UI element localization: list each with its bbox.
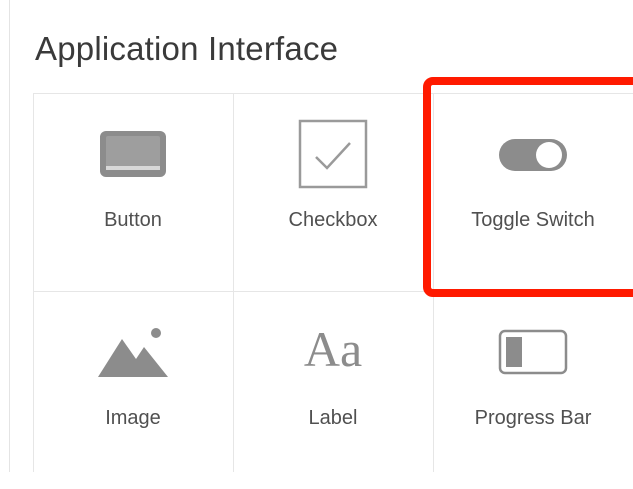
button-icon bbox=[100, 131, 166, 177]
section-title: Application Interface bbox=[35, 30, 339, 67]
tile-button[interactable]: Button bbox=[33, 93, 233, 291]
progress-bar-icon bbox=[498, 329, 568, 375]
toggle-switch-icon bbox=[499, 139, 567, 171]
checkbox-icon bbox=[298, 119, 368, 189]
tile-progress-bar[interactable]: Progress Bar bbox=[433, 291, 633, 489]
tile-label-progress-bar: Progress Bar bbox=[474, 407, 592, 429]
tile-label-toggle-switch: Toggle Switch bbox=[471, 209, 595, 231]
component-grid: Button Checkbox Toggle Switch Image Aa L… bbox=[33, 93, 633, 472]
tile-image[interactable]: Image bbox=[33, 291, 233, 489]
tile-toggle-switch[interactable]: Toggle Switch bbox=[433, 93, 633, 291]
label-icon: Aa bbox=[303, 321, 363, 377]
tile-label-image: Image bbox=[105, 407, 161, 429]
panel-divider bbox=[9, 0, 10, 472]
tile-label-label: Label bbox=[308, 407, 358, 429]
image-icon bbox=[98, 328, 168, 377]
tile-checkbox[interactable]: Checkbox bbox=[233, 93, 433, 291]
tile-label[interactable]: Aa Label bbox=[233, 291, 433, 489]
tile-label-button: Button bbox=[104, 209, 162, 231]
application-interface-panel: Application Interface Button Checkbox To… bbox=[0, 0, 633, 472]
tile-label-checkbox: Checkbox bbox=[288, 209, 378, 231]
